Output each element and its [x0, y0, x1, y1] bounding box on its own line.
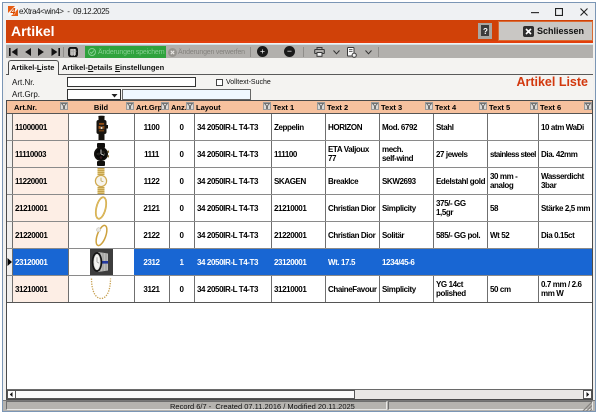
svg-text:?: ?	[483, 27, 488, 36]
svg-text:4: 4	[10, 7, 16, 16]
